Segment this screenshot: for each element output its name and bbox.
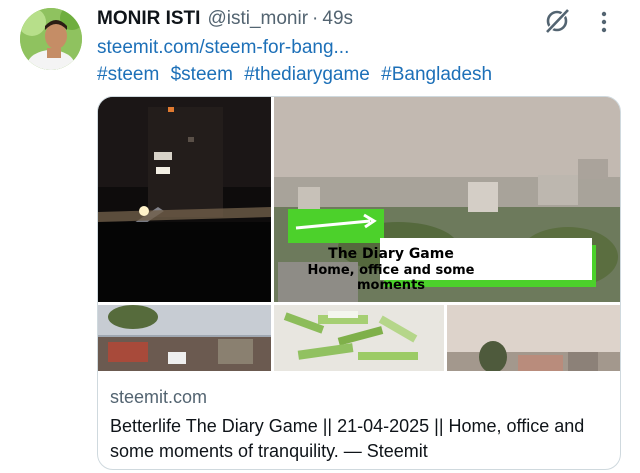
author-name[interactable]: MONIR ISTI <box>97 8 200 30</box>
author-handle[interactable]: @isti_monir <box>207 8 308 30</box>
separator-dot: · <box>312 8 319 29</box>
cashtag-steem[interactable]: $steem <box>171 64 233 85</box>
tweet-link[interactable]: steemit.com/steem-for-bang... <box>97 37 349 59</box>
hazy-sky-photo <box>447 305 620 371</box>
avatar[interactable] <box>20 8 82 70</box>
overlay-title: The Diary Game <box>328 246 454 262</box>
card-title[interactable]: Betterlife The Diary Game || 21-04-2025 … <box>110 414 610 464</box>
card-domain[interactable]: steemit.com <box>110 387 610 408</box>
overlay-subtitle: Home, office and some moments <box>307 263 475 293</box>
hashtag-bangladesh[interactable]: #Bangladesh <box>381 64 492 85</box>
grok-icon[interactable] <box>543 7 571 35</box>
more-icon[interactable] <box>596 10 612 34</box>
hashtags: #steem $steem #thediarygame #Bangladesh <box>97 64 498 86</box>
night-photo <box>98 97 271 302</box>
timestamp[interactable]: 49s <box>322 8 353 30</box>
card-meta: steemit.com Betterlife The Diary Game ||… <box>110 387 610 464</box>
tweet-header: MONIR ISTI @isti_monir · 49s <box>97 8 353 34</box>
hashtag-steem[interactable]: #steem <box>97 64 159 85</box>
card-image[interactable] <box>98 97 620 371</box>
link-card[interactable]: The Diary Game Home, office and some mom… <box>97 96 621 470</box>
street-photo <box>98 305 271 371</box>
vegetable-photo <box>274 305 444 371</box>
hashtag-thediarygame[interactable]: #thediarygame <box>244 64 370 85</box>
